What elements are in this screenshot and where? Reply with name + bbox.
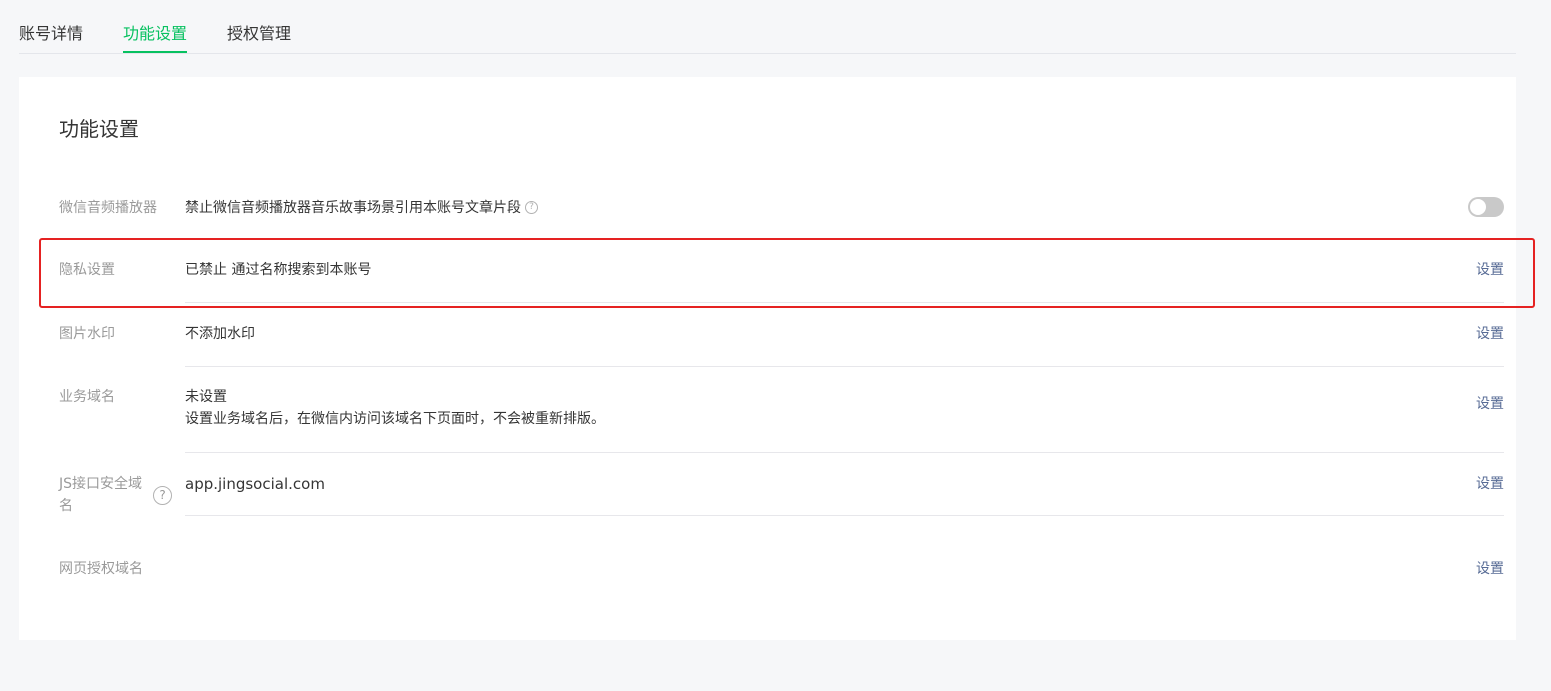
tab-account-details[interactable]: 账号详情 <box>19 23 83 53</box>
privacy-value: 已禁止 通过名称搜索到本账号 <box>185 262 372 278</box>
oauth-domain-label: 网页授权域名 <box>59 561 143 577</box>
tab-bar: 账号详情 功能设置 授权管理 <box>19 0 1516 54</box>
js-domain-label-line2: 名 <box>59 498 73 514</box>
setting-row-js-domain: JS接口安全域 名 ? app.jingsocial.com 设置 <box>59 473 1504 517</box>
setting-row-privacy: 隐私设置 已禁止 通过名称搜索到本账号 设置 <box>59 259 1504 281</box>
setting-row-watermark: 图片水印 不添加水印 设置 <box>59 323 1504 345</box>
tab-authorization-management[interactable]: 授权管理 <box>227 23 291 53</box>
watermark-value: 不添加水印 <box>185 326 255 342</box>
tab-feature-settings[interactable]: 功能设置 <box>123 23 188 53</box>
toggle-knob <box>1470 199 1486 215</box>
setting-row-audio-player: 微信音频播放器 禁止微信音频播放器音乐故事场景引用本账号文章片段? <box>59 197 1504 219</box>
js-domain-settings-link[interactable]: 设置 <box>1476 473 1504 495</box>
divider <box>185 452 1504 453</box>
settings-card: 功能设置 微信音频播放器 禁止微信音频播放器音乐故事场景引用本账号文章片段? 隐… <box>19 77 1516 640</box>
business-domain-value: 未设置 <box>185 389 227 405</box>
business-domain-settings-link[interactable]: 设置 <box>1476 393 1504 415</box>
business-domain-description: 设置业务域名后，在微信内访问该域名下页面时，不会被重新排版。 <box>185 411 605 427</box>
privacy-label: 隐私设置 <box>59 262 115 278</box>
page-title: 功能设置 <box>59 117 139 141</box>
setting-row-business-domain: 业务域名 未设置 设置业务域名后，在微信内访问该域名下页面时，不会被重新排版。 … <box>59 386 1504 430</box>
setting-row-oauth-domain: 网页授权域名 设置 <box>59 558 1504 580</box>
audio-player-toggle[interactable] <box>1468 197 1504 217</box>
privacy-settings-link[interactable]: 设置 <box>1476 259 1504 281</box>
audio-player-text: 禁止微信音频播放器音乐故事场景引用本账号文章片段 <box>185 200 521 216</box>
js-domain-label-line1: JS接口安全域 <box>59 476 143 492</box>
business-domain-label: 业务域名 <box>59 389 115 405</box>
divider <box>185 366 1504 367</box>
divider <box>185 302 1504 303</box>
oauth-domain-settings-link[interactable]: 设置 <box>1476 558 1504 580</box>
audio-player-value: 禁止微信音频播放器音乐故事场景引用本账号文章片段? <box>185 197 538 219</box>
watermark-settings-link[interactable]: 设置 <box>1476 323 1504 345</box>
js-domain-value: app.jingsocial.com <box>185 475 325 493</box>
question-circle-icon[interactable]: ? <box>153 486 172 505</box>
question-circle-icon[interactable]: ? <box>525 200 538 214</box>
divider <box>185 238 1504 239</box>
watermark-label: 图片水印 <box>59 326 115 342</box>
divider <box>185 515 1504 516</box>
audio-player-label: 微信音频播放器 <box>59 200 157 216</box>
